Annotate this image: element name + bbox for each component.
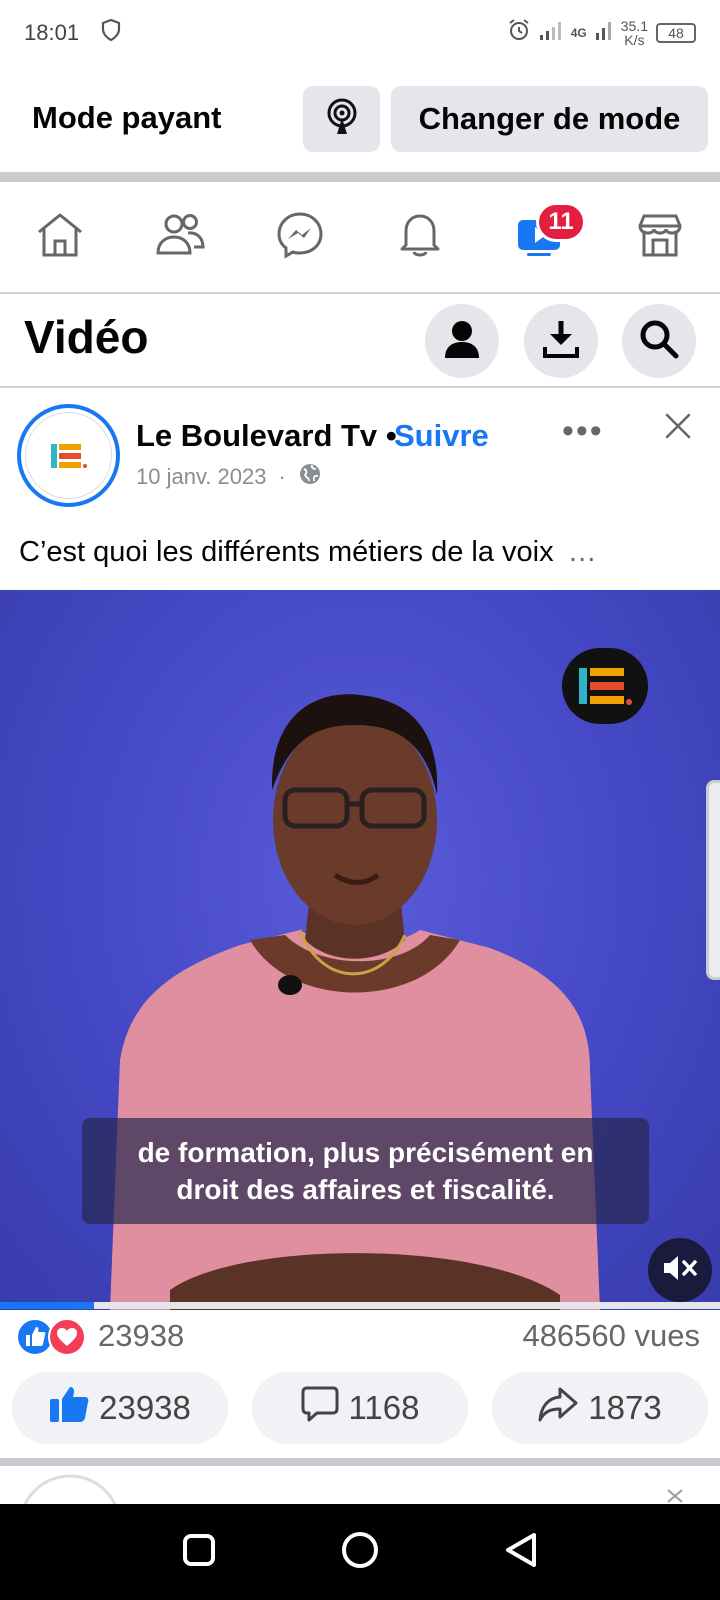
like-button[interactable]: 23938 — [12, 1372, 228, 1444]
divider — [0, 386, 720, 388]
video-subtitle: de formation, plus précisément en droit … — [82, 1118, 649, 1224]
status-icons: 4G 35.1 K/s 48 — [507, 18, 696, 48]
search-button[interactable] — [622, 304, 696, 378]
signal-icon — [539, 19, 563, 47]
nav-marketplace[interactable] — [600, 182, 720, 292]
signal-icon-2 — [595, 19, 613, 47]
reaction-count: 23938 — [98, 1318, 185, 1353]
nav-messenger[interactable] — [240, 182, 360, 292]
globe-icon — [298, 462, 322, 492]
share-icon — [538, 1386, 578, 1430]
close-icon — [664, 413, 692, 444]
post-meta: 10 janv. 2023 · — [136, 462, 322, 492]
battery-icon: 48 — [656, 23, 696, 43]
post-text[interactable]: C’est quoi les différents métiers de la … — [19, 536, 709, 569]
divider — [0, 1458, 720, 1466]
love-reaction-icon — [48, 1318, 86, 1361]
nav-friends[interactable] — [120, 182, 240, 292]
mode-title: Mode payant — [32, 100, 222, 135]
subtitle-line-2: droit des affaires et fiscalité. — [176, 1174, 555, 1205]
recents-button[interactable] — [182, 1533, 216, 1572]
page-title: Vidéo — [24, 311, 149, 363]
channel-logo — [562, 648, 648, 724]
follow-button[interactable]: Suivre — [394, 418, 489, 454]
top-nav: 11 — [0, 182, 720, 292]
share-count: 1873 — [588, 1389, 662, 1426]
post-author[interactable]: Le Boulevard Tv • — [136, 418, 397, 454]
view-count: 486560 vues — [522, 1318, 700, 1353]
status-time: 18:01 — [24, 20, 80, 45]
comment-icon — [301, 1385, 339, 1431]
reactions-summary[interactable]: 23938 486560 vues — [0, 1316, 720, 1360]
comment-button[interactable]: 1168 — [252, 1372, 468, 1444]
share-button[interactable]: 1873 — [492, 1372, 708, 1444]
profile-button[interactable] — [425, 304, 499, 378]
shield-icon — [101, 18, 121, 47]
back-button[interactable] — [504, 1532, 538, 1573]
switch-mode-button[interactable]: Changer de mode — [391, 86, 708, 152]
home-icon — [35, 212, 85, 263]
more-options-button[interactable]: ••• — [562, 412, 604, 451]
speed-value: 35.1 — [620, 18, 648, 34]
nav-notifications[interactable] — [360, 182, 480, 292]
post-header: Le Boulevard Tv • Suivre 10 janv. 2023 ·… — [0, 392, 720, 512]
search-icon — [639, 319, 679, 364]
battery-level: 48 — [668, 25, 684, 41]
alarm-icon — [507, 18, 531, 48]
mute-button[interactable] — [648, 1238, 712, 1302]
video-progress-bar[interactable] — [0, 1302, 720, 1309]
video-header: Vidéo — [0, 294, 720, 386]
system-nav-bar — [0, 1504, 720, 1600]
author-name: Le Boulevard Tv — [136, 418, 378, 453]
download-button[interactable] — [524, 304, 598, 378]
video-badge: 11 — [536, 202, 586, 242]
like-count: 23938 — [99, 1389, 191, 1426]
podcast-icon — [324, 98, 360, 141]
see-more[interactable]: … — [568, 536, 597, 568]
post-caption: C’est quoi les différents métiers de la … — [19, 536, 554, 568]
nav-home[interactable] — [0, 182, 120, 292]
subtitle-line-1: de formation, plus précisément en — [137, 1137, 594, 1168]
muted-speaker-icon — [662, 1253, 698, 1288]
network-type: 4G — [570, 26, 587, 40]
next-post-avatar-peek — [23, 1474, 683, 1504]
divider — [0, 172, 720, 182]
video-player[interactable]: de formation, plus précisément en droit … — [0, 590, 720, 1310]
network-speed: 35.1 K/s — [621, 19, 648, 47]
bell-icon — [398, 211, 442, 264]
comment-count: 1168 — [348, 1389, 420, 1426]
next-post-peek — [0, 1466, 720, 1504]
close-button[interactable] — [664, 412, 692, 445]
scroll-handle[interactable] — [706, 780, 720, 980]
mode-bar: Mode payant Changer de mode — [0, 84, 720, 154]
status-bar: 18:01 4G 35.1 K/s 48 — [0, 0, 720, 66]
messenger-icon — [276, 211, 324, 264]
podcast-button[interactable] — [303, 86, 380, 152]
video-progress-fill — [0, 1302, 94, 1309]
friends-icon — [154, 213, 206, 262]
reaction-icons — [16, 1318, 86, 1361]
avatar[interactable] — [17, 404, 120, 507]
nav-video[interactable]: 11 — [480, 182, 600, 292]
post-actions: 23938 1168 1873 — [0, 1372, 720, 1444]
home-button[interactable] — [341, 1531, 379, 1574]
profile-icon — [442, 319, 482, 364]
post-date: 10 janv. 2023 — [136, 464, 267, 489]
speed-unit: K/s — [624, 32, 645, 48]
thumbs-up-icon — [49, 1385, 89, 1431]
marketplace-icon — [636, 212, 684, 263]
page-logo — [25, 412, 112, 499]
download-icon — [542, 319, 580, 364]
meta-separator: · — [278, 464, 286, 489]
